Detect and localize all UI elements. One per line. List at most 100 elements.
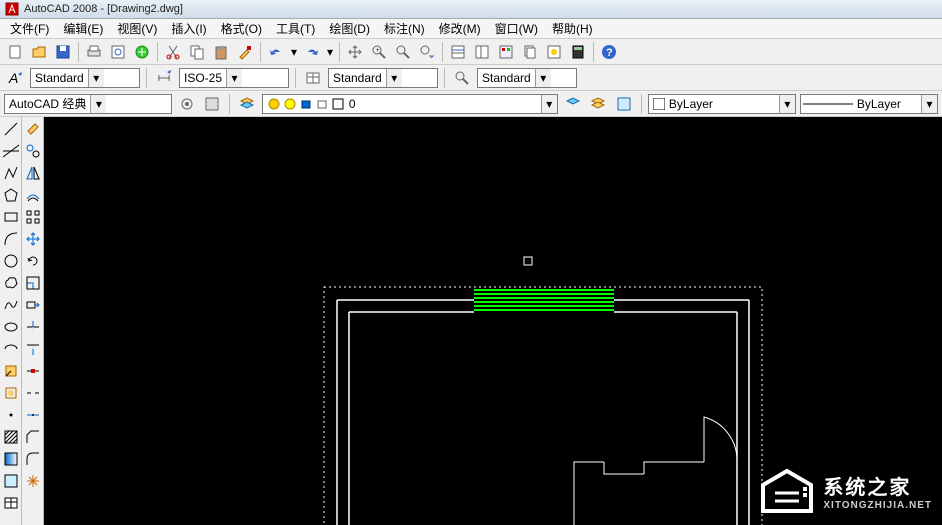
explode-icon[interactable] [23, 471, 43, 491]
point-icon[interactable] [1, 405, 21, 425]
gradient-icon[interactable] [1, 449, 21, 469]
chamfer-icon[interactable] [23, 427, 43, 447]
spline-icon[interactable] [1, 295, 21, 315]
copy-obj-icon[interactable] [23, 141, 43, 161]
extend-icon[interactable] [23, 339, 43, 359]
sheet-set-icon[interactable] [519, 41, 541, 63]
save-icon[interactable] [52, 41, 74, 63]
cut-icon[interactable] [162, 41, 184, 63]
workspace-save-icon[interactable] [201, 93, 223, 115]
publish-icon[interactable] [131, 41, 153, 63]
copy-icon[interactable] [186, 41, 208, 63]
color-combo[interactable]: ByLayer▾ [648, 94, 796, 114]
stretch-icon[interactable] [23, 295, 43, 315]
layer-previous-icon[interactable] [562, 93, 584, 115]
layer-iso-icon[interactable] [613, 93, 635, 115]
menu-insert[interactable]: 插入(I) [165, 18, 212, 39]
arc-icon[interactable] [1, 229, 21, 249]
dim-style-combo[interactable]: ISO-25▾ [179, 68, 289, 88]
layer-combo[interactable]: 0 ▾ [262, 94, 558, 114]
plot-preview-icon[interactable] [107, 41, 129, 63]
offset-icon[interactable] [23, 185, 43, 205]
workspace-combo[interactable]: AutoCAD 经典▾ [4, 94, 172, 114]
paste-icon[interactable] [210, 41, 232, 63]
ellipse-icon[interactable] [1, 317, 21, 337]
undo-icon[interactable] [265, 41, 287, 63]
open-icon[interactable] [28, 41, 50, 63]
hatch-icon[interactable] [1, 427, 21, 447]
break-icon[interactable] [23, 383, 43, 403]
layer-states-icon[interactable] [587, 93, 609, 115]
rectangle-icon[interactable] [1, 207, 21, 227]
region-icon[interactable] [1, 471, 21, 491]
rotate-icon[interactable] [23, 251, 43, 271]
quickcalc-icon[interactable] [567, 41, 589, 63]
layer-manager-icon[interactable] [236, 93, 258, 115]
svg-text:+: + [376, 48, 380, 54]
trim-icon[interactable] [23, 317, 43, 337]
erase-icon[interactable] [23, 119, 43, 139]
revcloud-icon[interactable] [1, 273, 21, 293]
undo-dropdown[interactable]: ▾ [289, 45, 299, 59]
zoom-previous-icon[interactable] [416, 41, 438, 63]
menu-format[interactable]: 格式(O) [215, 18, 268, 39]
menu-view[interactable]: 视图(V) [111, 18, 163, 39]
table-style-icon[interactable] [302, 67, 324, 89]
fillet-icon[interactable] [23, 449, 43, 469]
table-style-combo[interactable]: Standard▾ [328, 68, 438, 88]
polygon-icon[interactable] [1, 185, 21, 205]
menu-draw[interactable]: 绘图(D) [323, 18, 376, 39]
watermark-url: XITONGZHIJIA.NET [823, 500, 932, 511]
watermark: 系统之家 XITONGZHIJIA.NET [759, 467, 932, 515]
polyline-icon[interactable] [1, 163, 21, 183]
title-bar: AutoCAD 2008 - [Drawing2.dwg] [0, 0, 942, 19]
standard-toolbar: ▾ ▾ + ? [0, 39, 942, 65]
draw-toolbar [0, 117, 22, 525]
break-point-icon[interactable] [23, 361, 43, 381]
line-icon[interactable] [1, 119, 21, 139]
mirror-icon[interactable] [23, 163, 43, 183]
redo-dropdown[interactable]: ▾ [325, 45, 335, 59]
svg-text:A: A [8, 70, 18, 86]
linetype-combo[interactable]: ByLayer▾ [800, 94, 938, 114]
title-text: AutoCAD 2008 - [Drawing2.dwg] [24, 3, 183, 15]
redo-icon[interactable] [301, 41, 323, 63]
menu-modify[interactable]: 修改(M) [433, 18, 487, 39]
mleader-style-icon[interactable] [451, 67, 473, 89]
menu-tools[interactable]: 工具(T) [270, 18, 321, 39]
make-block-icon[interactable] [1, 383, 21, 403]
design-center-icon[interactable] [471, 41, 493, 63]
workspace-settings-icon[interactable] [176, 93, 198, 115]
insert-block-icon[interactable] [1, 361, 21, 381]
circle-icon[interactable] [1, 251, 21, 271]
table-icon[interactable] [1, 493, 21, 513]
zoom-realtime-icon[interactable]: + [368, 41, 390, 63]
menu-help[interactable]: 帮助(H) [546, 18, 599, 39]
join-icon[interactable] [23, 405, 43, 425]
zoom-window-icon[interactable] [392, 41, 414, 63]
svg-text:?: ? [606, 47, 613, 59]
array-icon[interactable] [23, 207, 43, 227]
move-icon[interactable] [23, 229, 43, 249]
menu-file[interactable]: 文件(F) [4, 18, 55, 39]
mleader-style-combo[interactable]: Standard▾ [477, 68, 577, 88]
xline-icon[interactable] [1, 141, 21, 161]
pan-icon[interactable] [344, 41, 366, 63]
plot-icon[interactable] [83, 41, 105, 63]
properties-icon[interactable] [447, 41, 469, 63]
match-props-icon[interactable] [234, 41, 256, 63]
markup-icon[interactable] [543, 41, 565, 63]
new-icon[interactable] [4, 41, 26, 63]
help-icon[interactable]: ? [598, 41, 620, 63]
text-style-icon[interactable]: A [4, 67, 26, 89]
tool-palettes-icon[interactable] [495, 41, 517, 63]
menu-window[interactable]: 窗口(W) [489, 18, 544, 39]
text-style-combo[interactable]: Standard▾ [30, 68, 140, 88]
ellipse-arc-icon[interactable] [1, 339, 21, 359]
scale-icon[interactable] [23, 273, 43, 293]
dim-style-icon[interactable] [153, 67, 175, 89]
menu-edit[interactable]: 编辑(E) [57, 18, 109, 39]
modify-toolbar [22, 117, 44, 525]
menu-dimension[interactable]: 标注(N) [378, 18, 431, 39]
drawing-canvas[interactable]: 系统之家 XITONGZHIJIA.NET [44, 117, 942, 525]
